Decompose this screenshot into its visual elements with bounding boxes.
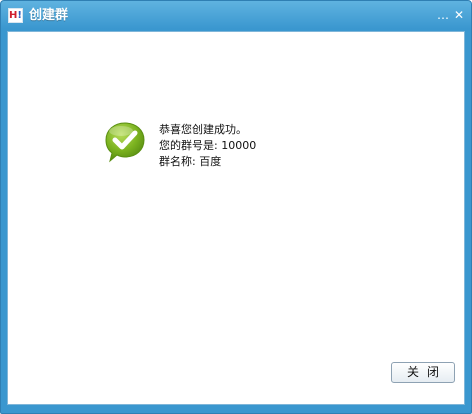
dialog-window: H! 创建群 … ✕ 恭喜您创建成功。 您的群号是: 10000 群名称: 百度… [0,0,472,414]
minimize-button[interactable]: … [436,8,450,22]
check-bubble-icon [105,122,145,163]
success-text: 恭喜您创建成功。 [159,123,247,136]
close-window-button[interactable]: ✕ [452,8,466,22]
group-number-text: 您的群号是: 10000 [159,139,257,152]
title-bar[interactable]: H! 创建群 … ✕ [1,1,471,31]
success-message: 恭喜您创建成功。 您的群号是: 10000 群名称: 百度 [159,122,256,170]
close-button[interactable]: 关闭 [391,362,455,383]
group-name-text: 群名称: 百度 [159,155,222,168]
window-title: 创建群 [29,8,69,23]
dialog-body: 恭喜您创建成功。 您的群号是: 10000 群名称: 百度 关闭 [7,31,465,405]
app-logo-icon: H! [8,8,23,23]
